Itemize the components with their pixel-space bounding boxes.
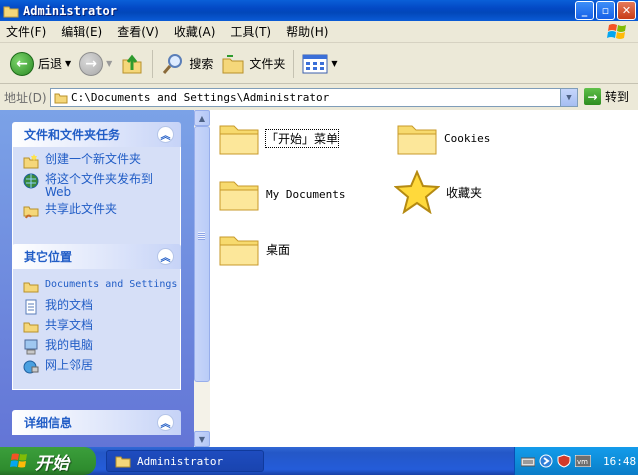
keyboard-icon[interactable] bbox=[521, 455, 535, 467]
other-places-header[interactable]: 其它位置 ︽ bbox=[12, 244, 181, 269]
minimize-button[interactable]: _ bbox=[575, 1, 594, 20]
file-tasks-header[interactable]: 文件和文件夹任务 ︽ bbox=[12, 122, 181, 147]
folder-icon bbox=[219, 236, 259, 266]
place-documents-and-settings[interactable]: Documents and Settings bbox=[23, 279, 180, 295]
folder-icon bbox=[23, 322, 39, 333]
menu-bar: 文件(F) 编辑(E) 查看(V) 收藏(A) 工具(T) 帮助(H) bbox=[0, 21, 638, 43]
file-item-label: 收藏夹 bbox=[446, 185, 483, 200]
forward-arrow-icon: → bbox=[79, 51, 104, 76]
place-network[interactable]: 网上邻居 bbox=[23, 359, 180, 375]
collapse-icon[interactable]: ︽ bbox=[157, 414, 174, 431]
svg-text:vm: vm bbox=[577, 458, 588, 466]
menu-view[interactable]: 查看(V) bbox=[117, 23, 159, 40]
start-button[interactable]: 开始 bbox=[0, 447, 96, 475]
menu-edit[interactable]: 编辑(E) bbox=[61, 23, 102, 40]
network-icon bbox=[23, 360, 39, 374]
file-item[interactable]: My Documents bbox=[218, 176, 345, 212]
task-new-folder[interactable]: 创建一个新文件夹 bbox=[23, 153, 180, 169]
menu-file[interactable]: 文件(F) bbox=[6, 23, 46, 40]
file-item-label: 「开始」菜单 bbox=[264, 128, 340, 148]
toolbar-separator bbox=[293, 49, 295, 78]
search-icon bbox=[163, 53, 183, 74]
file-item-label: My Documents bbox=[266, 187, 346, 201]
toolbar-separator bbox=[152, 49, 154, 78]
my-documents-icon bbox=[25, 299, 37, 315]
close-button[interactable]: ✕ bbox=[617, 1, 636, 20]
folder-icon bbox=[3, 6, 19, 17]
security-shield-icon[interactable] bbox=[557, 454, 571, 468]
network-status-icon[interactable] bbox=[539, 454, 553, 468]
views-icon bbox=[302, 54, 328, 73]
file-list[interactable]: 「开始」菜单 Cookies My Documents 收藏夹 桌面 bbox=[210, 110, 638, 447]
search-button[interactable]: 搜索 bbox=[157, 47, 217, 81]
windows-logo-icon bbox=[607, 24, 626, 39]
collapse-icon[interactable]: ︽ bbox=[157, 248, 174, 265]
go-arrow-icon: → bbox=[584, 88, 601, 105]
menu-help[interactable]: 帮助(H) bbox=[286, 23, 328, 40]
scrollbar-thumb[interactable] bbox=[194, 126, 210, 382]
details-panel: 详细信息 ︽ bbox=[12, 410, 181, 435]
folder-icon bbox=[397, 125, 437, 155]
chevron-down-icon[interactable]: ▼ bbox=[106, 59, 112, 68]
windows-logo-icon bbox=[10, 453, 27, 468]
details-header[interactable]: 详细信息 ︽ bbox=[12, 410, 181, 435]
system-tray: vm 16:48 bbox=[514, 447, 638, 475]
window-title: Administrator bbox=[23, 3, 117, 18]
place-shared-documents[interactable]: 共享文档 bbox=[23, 319, 180, 335]
back-button[interactable]: ← 后退 ▼ bbox=[6, 47, 75, 81]
title-bar[interactable]: Administrator _ ▫ ✕ bbox=[0, 0, 638, 21]
folder-icon bbox=[23, 282, 39, 293]
taskbar: 开始 Administrator vm 16:48 bbox=[0, 447, 638, 475]
collapse-icon[interactable]: ︽ bbox=[157, 126, 174, 143]
place-my-computer[interactable]: 我的电脑 bbox=[23, 339, 180, 355]
chevron-down-icon[interactable]: ▼ bbox=[331, 59, 337, 68]
taskbar-window-button[interactable]: Administrator bbox=[106, 450, 264, 472]
new-folder-icon bbox=[23, 154, 39, 169]
favorites-star-icon bbox=[394, 170, 440, 214]
folder-icon bbox=[115, 456, 131, 468]
folder-icon bbox=[219, 181, 259, 211]
place-my-documents[interactable]: 我的文档 bbox=[23, 299, 180, 315]
menu-tools[interactable]: 工具(T) bbox=[230, 23, 271, 40]
globe-icon bbox=[23, 173, 39, 189]
file-item-label: Cookies bbox=[444, 131, 491, 145]
scroll-up-button[interactable]: ▲ bbox=[194, 110, 210, 126]
file-item-label: 桌面 bbox=[266, 242, 291, 257]
scroll-down-button[interactable]: ▼ bbox=[194, 431, 210, 447]
up-folder-button[interactable] bbox=[116, 47, 148, 81]
scrollbar-grip bbox=[198, 232, 205, 240]
file-item[interactable]: 「开始」菜单 bbox=[218, 120, 340, 156]
toolbar: ← 后退 ▼ → ▼ 搜索 文件夹 ▼ bbox=[0, 44, 638, 84]
address-path: C:\Documents and Settings\Administrator bbox=[71, 91, 330, 104]
address-dropdown-button[interactable]: ▼ bbox=[560, 89, 577, 106]
folders-icon bbox=[222, 54, 244, 73]
views-button[interactable]: ▼ bbox=[298, 47, 341, 81]
address-input[interactable]: C:\Documents and Settings\Administrator … bbox=[50, 88, 578, 107]
chevron-down-icon[interactable]: ▼ bbox=[65, 59, 71, 68]
folder-icon bbox=[54, 93, 68, 104]
file-item[interactable]: 收藏夹 bbox=[394, 170, 482, 214]
forward-button[interactable]: → ▼ bbox=[75, 47, 116, 81]
back-arrow-icon: ← bbox=[10, 51, 34, 76]
address-bar: 地址(D) C:\Documents and Settings\Administ… bbox=[0, 85, 638, 109]
my-computer-icon bbox=[24, 339, 38, 355]
shared-folder-icon bbox=[23, 206, 39, 219]
task-publish-web[interactable]: 将这个文件夹发布到 Web bbox=[23, 173, 180, 199]
other-places-panel: 其它位置 ︽ Documents and Settings 我的文档 共享文档 … bbox=[12, 244, 181, 390]
maximize-button[interactable]: ▫ bbox=[596, 1, 615, 20]
clock: 16:48 bbox=[603, 454, 637, 468]
task-pane-scrollbar[interactable]: ▲ ▼ bbox=[194, 110, 210, 447]
file-tasks-panel: 文件和文件夹任务 ︽ 创建一个新文件夹 将这个文件夹发布到 Web 共享此文件夹 bbox=[12, 122, 181, 247]
folder-icon bbox=[219, 125, 259, 155]
go-button[interactable]: → 转到 bbox=[584, 88, 629, 105]
file-item[interactable]: Cookies bbox=[396, 120, 490, 156]
task-pane: 文件和文件夹任务 ︽ 创建一个新文件夹 将这个文件夹发布到 Web 共享此文件夹… bbox=[0, 110, 194, 447]
vmware-tools-icon[interactable]: vm bbox=[575, 455, 591, 467]
address-label: 地址(D) bbox=[4, 90, 47, 105]
file-item[interactable]: 桌面 bbox=[218, 231, 290, 267]
up-folder-icon bbox=[122, 54, 142, 73]
folders-button[interactable]: 文件夹 bbox=[217, 47, 289, 81]
menu-favorites[interactable]: 收藏(A) bbox=[174, 23, 216, 40]
task-share-folder[interactable]: 共享此文件夹 bbox=[23, 203, 180, 219]
